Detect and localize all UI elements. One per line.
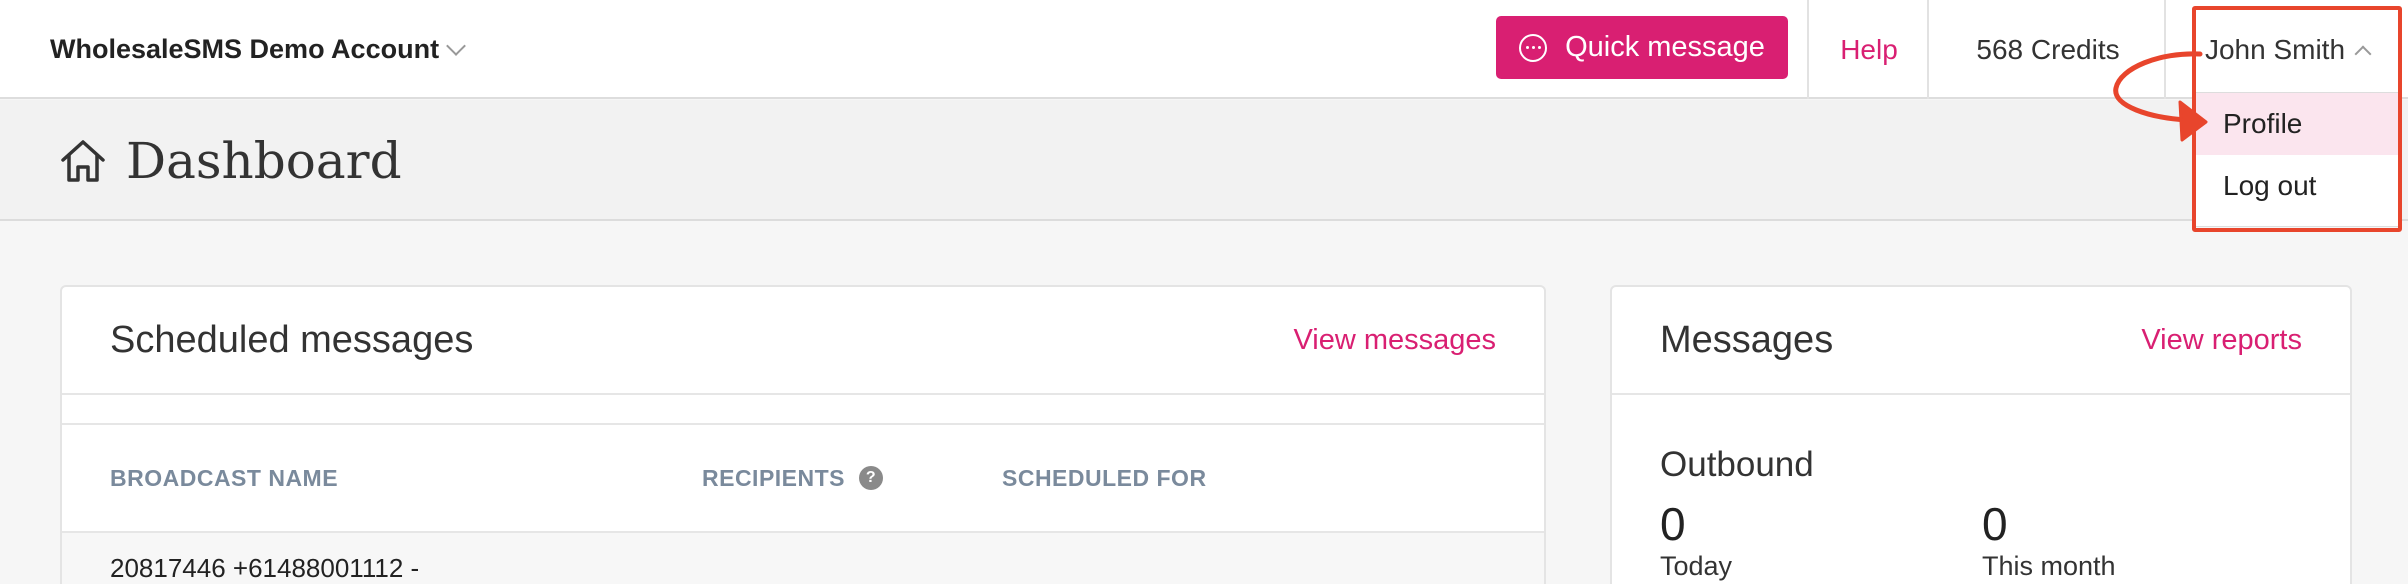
account-name: WholesaleSMS Demo Account: [50, 34, 440, 64]
menu-item-profile[interactable]: Profile: [2195, 93, 2399, 155]
stat-label: Today: [1660, 551, 1733, 581]
page-header: Dashboard: [0, 100, 2408, 221]
account-switcher[interactable]: WholesaleSMS Demo Account: [50, 0, 466, 99]
user-menu-toggle[interactable]: John Smith: [2166, 0, 2408, 99]
outbound-heading: Outbound: [1660, 445, 1814, 484]
page-title: Dashboard: [126, 131, 402, 190]
chevron-up-icon: [2354, 45, 2372, 62]
card-title: Scheduled messages: [110, 318, 474, 361]
top-navigation-bar: WholesaleSMS Demo Account Quick message …: [0, 0, 2408, 99]
column-header-label: RECIPIENTS: [702, 464, 846, 491]
column-header-broadcast-name: BROADCAST NAME: [110, 464, 339, 491]
card-title: Messages: [1660, 318, 1834, 361]
table-row[interactable]: 20817446 +61488001112 -: [62, 533, 1544, 584]
card-spacer: [62, 395, 1544, 425]
quick-message-button[interactable]: Quick message: [1496, 16, 1788, 79]
broadcast-name-cell: 20817446 +61488001112 -: [110, 553, 420, 583]
nav-divider: [1807, 0, 1809, 99]
column-header-scheduled-for: SCHEDULED FOR: [1002, 464, 1207, 491]
messages-card: Messages View reports Outbound 0 Today 0…: [1610, 285, 2352, 584]
menu-item-log-out[interactable]: Log out: [2195, 155, 2399, 217]
stat-today: 0 Today: [1660, 497, 1732, 582]
chat-bubble-icon: [1519, 33, 1548, 62]
user-dropdown-menu: Profile Log out: [2194, 92, 2400, 227]
stat-value: 0: [1660, 498, 1686, 550]
user-name: John Smith: [2204, 33, 2346, 65]
help-link[interactable]: Help: [1810, 0, 1928, 99]
credits-count: 568 Credits: [1976, 33, 2120, 65]
home-icon: [61, 139, 105, 182]
nav-divider: [1927, 0, 1929, 99]
stat-label: This month: [1982, 551, 2116, 581]
card-header: Scheduled messages View messages: [62, 287, 1544, 395]
chevron-down-icon: [446, 35, 466, 56]
stat-value: 0: [1982, 498, 2008, 550]
column-header-recipients: RECIPIENTS ?: [702, 465, 1002, 492]
view-reports-link[interactable]: View reports: [2141, 324, 2302, 357]
stat-this-month: 0 This month: [1982, 497, 2116, 582]
card-header: Messages View reports: [1612, 287, 2350, 395]
scheduled-messages-card: Scheduled messages View messages BROADCA…: [60, 285, 1546, 584]
page-title-group: Dashboard: [58, 100, 402, 221]
quick-message-label: Quick message: [1565, 31, 1765, 63]
help-circle-icon[interactable]: ?: [859, 466, 884, 490]
table-header-row: BROADCAST NAME RECIPIENTS ? SCHEDULED FO…: [62, 425, 1544, 533]
view-messages-link[interactable]: View messages: [1293, 324, 1496, 357]
